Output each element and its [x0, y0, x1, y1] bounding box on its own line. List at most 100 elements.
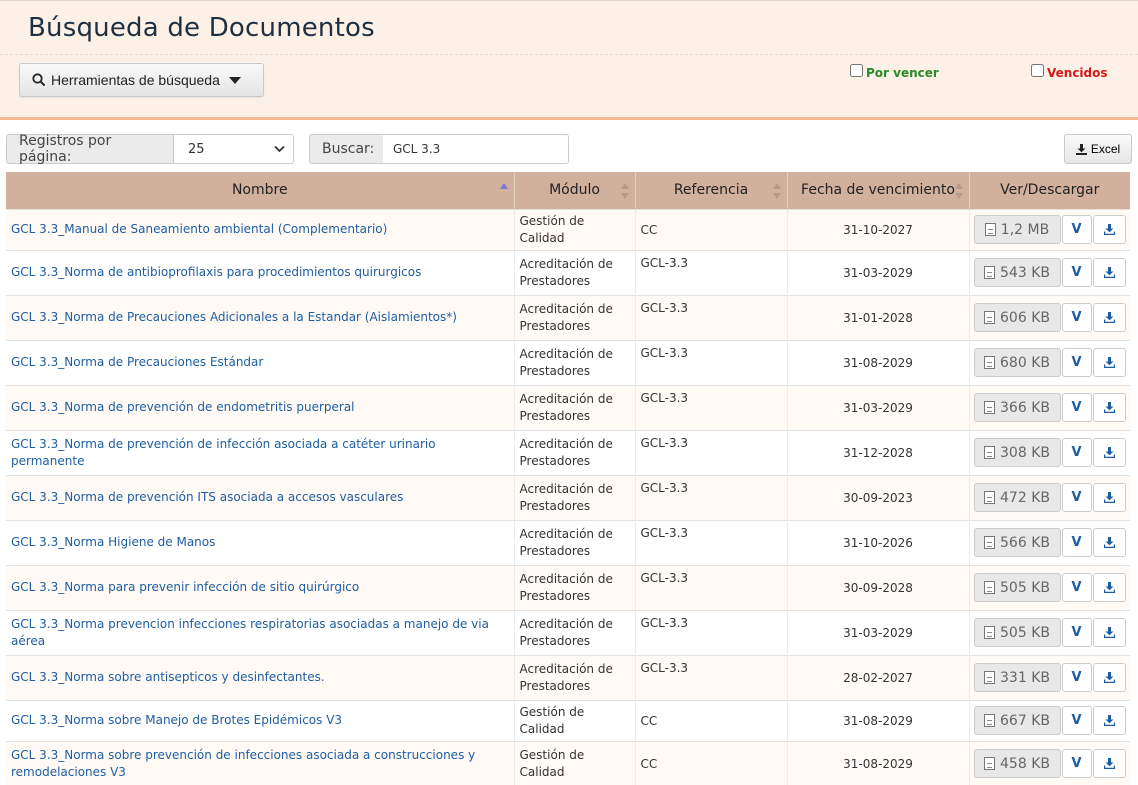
- download-button[interactable]: [1092, 573, 1126, 602]
- document-link[interactable]: GCL 3.3_Norma para prevenir infección de…: [11, 579, 509, 596]
- view-button[interactable]: V: [1061, 528, 1092, 557]
- document-link[interactable]: GCL 3.3_Norma sobre antisepticos y desin…: [11, 669, 509, 686]
- vencidos-checkbox[interactable]: [1031, 63, 1044, 77]
- sort-icon: [620, 183, 629, 199]
- file-size-button[interactable]: 331 KB: [973, 663, 1061, 692]
- search-input[interactable]: GCL 3.3: [383, 134, 569, 164]
- por-vencer-checkbox[interactable]: [850, 63, 863, 77]
- view-button[interactable]: V: [1061, 573, 1092, 602]
- file-size-button[interactable]: 667 KB: [973, 706, 1061, 735]
- view-button[interactable]: V: [1061, 706, 1092, 735]
- excel-export-button[interactable]: Excel: [1064, 134, 1132, 164]
- document-link[interactable]: GCL 3.3_Norma Higiene de Manos: [11, 534, 509, 551]
- file-size-button[interactable]: 472 KB: [973, 483, 1061, 512]
- file-size-button[interactable]: 366 KB: [973, 393, 1061, 422]
- document-link[interactable]: GCL 3.3_Norma sobre prevención de infecc…: [11, 747, 509, 781]
- download-icon: [1103, 582, 1115, 593]
- reference-cell: GCL-3.3: [635, 294, 788, 340]
- table-row: GCL 3.3_Norma de prevención de infección…: [6, 429, 1130, 475]
- download-button[interactable]: [1092, 438, 1126, 467]
- document-name-cell: GCL 3.3_Manual de Saneamiento ambiental …: [6, 208, 515, 250]
- download-button[interactable]: [1092, 393, 1126, 422]
- download-icon: [1103, 312, 1115, 323]
- download-button[interactable]: [1092, 303, 1126, 332]
- view-button[interactable]: V: [1061, 215, 1092, 244]
- column-header-fecha[interactable]: Fecha de vencimiento: [787, 172, 970, 209]
- search-tools-button[interactable]: Herramientas de búsqueda: [19, 63, 264, 97]
- file-size-label: 505 KB: [1000, 579, 1050, 596]
- download-button[interactable]: [1092, 348, 1126, 377]
- view-button[interactable]: V: [1061, 258, 1092, 287]
- download-button[interactable]: [1092, 483, 1126, 512]
- download-button[interactable]: [1092, 528, 1126, 557]
- view-button[interactable]: V: [1061, 348, 1092, 377]
- file-size-button[interactable]: 458 KB: [973, 749, 1061, 779]
- reference-cell: GCL-3.3: [635, 519, 788, 565]
- column-header-ver-descargar: Ver/Descargar: [969, 172, 1130, 209]
- filter-por-vencer[interactable]: Por vencer: [850, 63, 939, 80]
- download-button[interactable]: [1092, 258, 1126, 287]
- view-button[interactable]: V: [1061, 393, 1092, 422]
- filter-vencidos[interactable]: Vencidos: [1031, 63, 1108, 80]
- file-size-label: 680 KB: [1000, 354, 1050, 371]
- actions-cell: 331 KB V: [969, 654, 1130, 700]
- expiry-date-cell: 28-02-2027: [787, 654, 970, 700]
- file-size-button[interactable]: 1,2 MB: [973, 215, 1061, 244]
- download-button[interactable]: [1092, 618, 1126, 647]
- pdf-file-icon: [984, 626, 996, 639]
- reference-cell: GCL-3.3: [635, 339, 788, 385]
- file-size-button[interactable]: 606 KB: [973, 303, 1061, 332]
- module-cell: Gestión de Calidad: [514, 208, 636, 250]
- document-link[interactable]: GCL 3.3_Norma de antibioprofilaxis para …: [11, 264, 509, 281]
- view-button[interactable]: V: [1061, 663, 1092, 692]
- pdf-file-icon: [984, 714, 996, 727]
- document-link[interactable]: GCL 3.3_Manual de Saneamiento ambiental …: [11, 221, 509, 238]
- view-button[interactable]: V: [1061, 618, 1092, 647]
- document-link[interactable]: GCL 3.3_Norma sobre Manejo de Brotes Epi…: [11, 712, 509, 729]
- document-link[interactable]: GCL 3.3_Norma de prevención de infección…: [11, 436, 509, 470]
- view-button[interactable]: V: [1061, 749, 1092, 779]
- column-header-modulo[interactable]: Módulo: [514, 172, 636, 209]
- document-link[interactable]: GCL 3.3_Norma prevencion infecciones res…: [11, 616, 509, 650]
- view-button[interactable]: V: [1061, 483, 1092, 512]
- expiry-date-cell: 31-08-2029: [787, 740, 970, 785]
- download-icon: [1103, 758, 1115, 770]
- pdf-file-icon: [984, 266, 996, 279]
- per-page-select[interactable]: 25: [174, 134, 294, 164]
- file-size-button[interactable]: 505 KB: [973, 573, 1061, 602]
- download-icon: [1103, 537, 1115, 548]
- document-link[interactable]: GCL 3.3_Norma de prevención ITS asociada…: [11, 489, 509, 506]
- file-size-label: 667 KB: [1000, 712, 1050, 729]
- expiry-date-cell: 31-12-2028: [787, 429, 970, 475]
- table-row: GCL 3.3_Norma de Precauciones Estándar Ac…: [6, 339, 1130, 385]
- download-button[interactable]: [1092, 749, 1126, 779]
- reference-cell: GCL-3.3: [635, 474, 788, 520]
- download-button[interactable]: [1092, 706, 1126, 735]
- file-size-button[interactable]: 505 KB: [973, 618, 1061, 647]
- table-row: GCL 3.3_Norma prevencion infecciones res…: [6, 609, 1130, 655]
- file-size-button[interactable]: 680 KB: [973, 348, 1061, 377]
- view-button[interactable]: V: [1061, 303, 1092, 332]
- excel-label: Excel: [1090, 142, 1121, 156]
- expiry-date-cell: 31-08-2029: [787, 699, 970, 741]
- column-header-nombre[interactable]: Nombre: [6, 172, 515, 209]
- view-button[interactable]: V: [1061, 438, 1092, 467]
- file-size-label: 472 KB: [1000, 489, 1050, 506]
- table-row: GCL 3.3_Norma sobre prevención de infecc…: [6, 740, 1130, 785]
- document-link[interactable]: GCL 3.3_Norma de prevención de endometri…: [11, 399, 509, 416]
- expiry-date-cell: 31-03-2029: [787, 249, 970, 295]
- file-size-button[interactable]: 566 KB: [973, 528, 1061, 557]
- document-link[interactable]: GCL 3.3_Norma de Precauciones Adicionale…: [11, 309, 509, 326]
- file-size-button[interactable]: 308 KB: [973, 438, 1061, 467]
- module-cell: Gestión de Calidad: [514, 740, 636, 785]
- sort-icon: [954, 183, 963, 199]
- module-cell: Gestión de Calidad: [514, 699, 636, 741]
- sort-icon: [772, 183, 781, 199]
- document-link[interactable]: GCL 3.3_Norma de Precauciones Estándar: [11, 354, 509, 371]
- file-size-button[interactable]: 543 KB: [973, 258, 1061, 287]
- download-button[interactable]: [1092, 663, 1126, 692]
- download-button[interactable]: [1092, 215, 1126, 244]
- table-body: GCL 3.3_Manual de Saneamiento ambiental …: [6, 208, 1130, 785]
- reference-cell: GCL-3.3: [635, 654, 788, 700]
- column-header-referencia[interactable]: Referencia: [635, 172, 788, 209]
